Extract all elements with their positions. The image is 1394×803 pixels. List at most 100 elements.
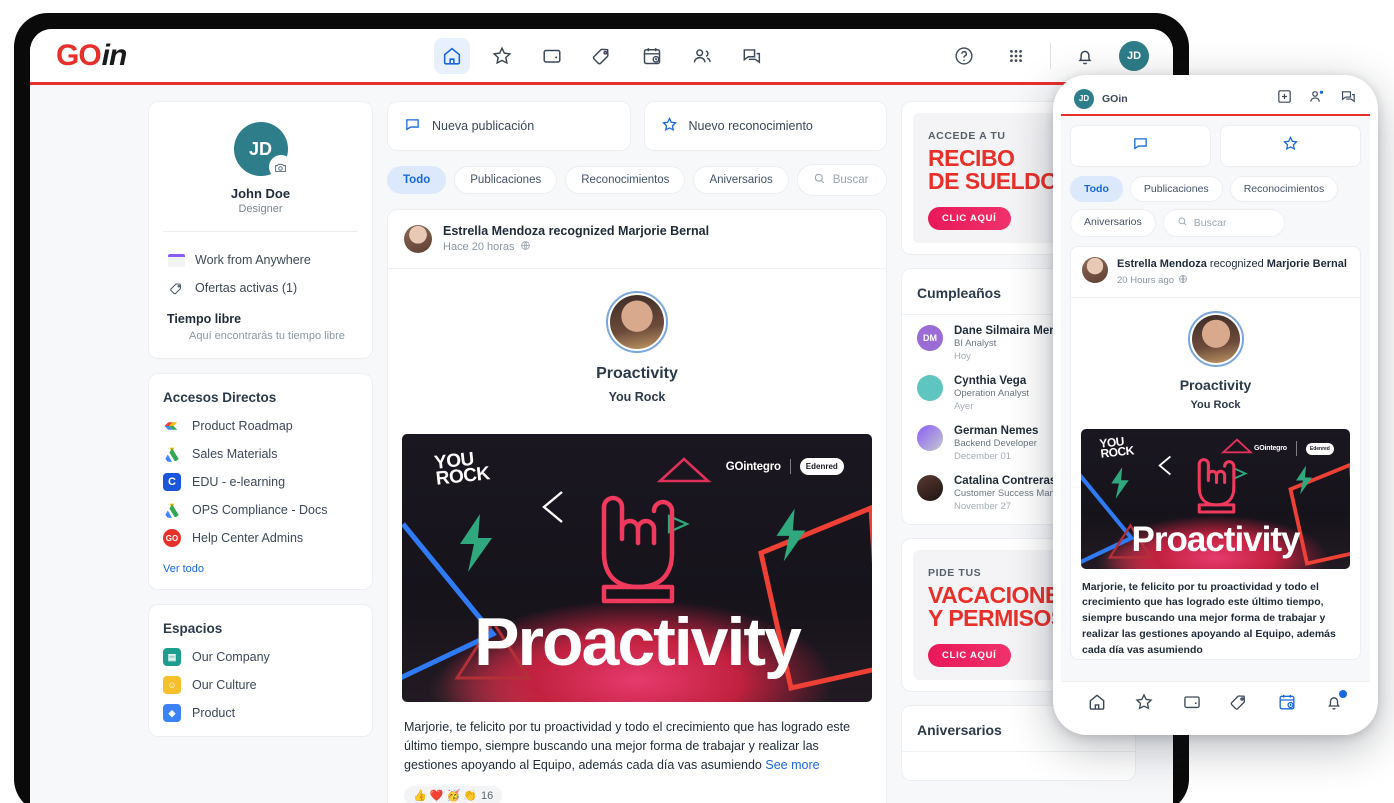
topbar-right-actions: JD	[946, 38, 1149, 74]
user-avatar[interactable]: JD	[1119, 40, 1149, 71]
anniversaries-list	[902, 752, 1135, 780]
person-role: Backend Developer	[954, 438, 1037, 449]
google-slides-icon	[163, 417, 181, 435]
mobile-badge-name: Proactivity	[1179, 376, 1252, 393]
filter-chip-aniversarios[interactable]: Aniversarios	[693, 166, 789, 194]
mobile-nav-bell-icon[interactable]	[1324, 690, 1348, 717]
new-recognition-label: Nuevo reconocimiento	[688, 119, 813, 133]
see-more-link[interactable]: See more	[765, 758, 819, 772]
mobile-search-input[interactable]: Buscar	[1162, 209, 1285, 237]
filter-chip-publicaciones[interactable]: Publicaciones	[454, 166, 558, 194]
mobile-new-recognition-button[interactable]	[1220, 125, 1361, 167]
mobile-nav-calendar-clock-icon[interactable]	[1277, 692, 1297, 717]
mobile-nav-wallet-icon[interactable]	[1182, 692, 1202, 717]
mobile-filter-chip-aniversarios[interactable]: Aniversarios	[1070, 209, 1156, 237]
mobile-device-frame: JD GOin Todo Publicaciones Reconocimient…	[1053, 75, 1378, 735]
space-product[interactable]: ◈ Product	[163, 704, 358, 722]
profile-link-work-from-anywhere[interactable]: Work from Anywhere	[167, 246, 354, 274]
filter-chip-reconocimientos[interactable]: Reconocimientos	[565, 166, 686, 194]
post-meta: Hace 20 horas	[443, 240, 709, 254]
banner-cta-button[interactable]: CLIC AQUÍ	[928, 643, 1011, 667]
tag-icon	[167, 279, 185, 297]
space-our-company[interactable]: ▤ Our Company	[163, 648, 358, 666]
feed-search-input[interactable]: Buscar	[796, 164, 887, 196]
profile-avatar-wrap[interactable]: JD	[233, 122, 293, 179]
help-icon[interactable]	[946, 38, 982, 74]
nav-calendar-clock-icon[interactable]	[634, 38, 670, 74]
shortcut-sales-materials[interactable]: Sales Materials	[163, 445, 358, 463]
mobile-nav-home-icon[interactable]	[1087, 692, 1107, 717]
badge-artwork: YOU ROCK GOintegro Edenred Proactivity	[402, 434, 872, 702]
notifications-bell-icon[interactable]	[1067, 38, 1103, 74]
post-author-avatar[interactable]	[404, 225, 432, 253]
plus-box-icon[interactable]	[1276, 88, 1293, 110]
profile-card: JD John Doe Designer Work from Anywhere	[148, 101, 373, 359]
shortcuts-see-all-link[interactable]: Ver todo	[149, 561, 372, 589]
mobile-user-avatar[interactable]: JD	[1074, 88, 1094, 109]
google-drive-icon	[163, 445, 181, 463]
mobile-nav-tag-icon[interactable]	[1229, 692, 1249, 717]
shortcut-help-center-admins[interactable]: GO Help Center Admins	[163, 529, 358, 547]
nav-star-icon[interactable]	[484, 38, 520, 74]
nav-people-icon[interactable]	[684, 38, 720, 74]
mobile-nav-star-icon[interactable]	[1134, 692, 1154, 717]
mobile-post-headline: Estrella Mendoza recognized Marjorie Ber…	[1117, 257, 1347, 272]
shortcut-label: Help Center Admins	[192, 531, 304, 545]
chat-bubble-icon	[404, 116, 421, 136]
profile-link-ofertas-activas[interactable]: Ofertas activas (1)	[167, 274, 354, 302]
shortcut-label: Product Roadmap	[192, 419, 293, 433]
mobile-app-title: GOin	[1102, 92, 1128, 105]
nav-tag-icon[interactable]	[584, 38, 620, 74]
camera-icon[interactable]	[268, 155, 293, 179]
classroom-icon: C	[163, 473, 181, 491]
mobile-brand-lockup: GOintegro Edenred	[1254, 441, 1334, 457]
spaces-list: ▤ Our Company ☺ Our Culture ◈ Product	[149, 644, 372, 736]
person-name: German Nemes	[954, 425, 1039, 437]
shortcuts-list: Product Roadmap Sales Materials C EDU - …	[149, 413, 372, 561]
mobile-filter-chip-publicaciones[interactable]: Publicaciones	[1129, 176, 1223, 202]
nav-wallet-icon[interactable]	[534, 38, 570, 74]
reactions-summary[interactable]: 👍 ❤️ 🥳 👏 16	[404, 786, 503, 803]
nav-chat-icon[interactable]	[734, 38, 770, 74]
banner-cta-button[interactable]: CLIC AQUÍ	[928, 206, 1011, 230]
mobile-post-author-avatar[interactable]	[1082, 257, 1108, 283]
gointegro-wordmark: GOintegro	[1254, 445, 1287, 453]
new-post-button[interactable]: Nueva publicación	[387, 101, 631, 151]
avatar	[917, 375, 943, 401]
search-icon	[813, 172, 826, 188]
smiley-icon: ☺	[163, 676, 181, 694]
mobile-you-rock-logo: YOU ROCK	[1098, 434, 1135, 461]
mobile-filter-chip-reconocimientos[interactable]: Reconocimientos	[1229, 176, 1339, 202]
badge-recipient-avatar[interactable]	[606, 291, 668, 353]
mobile-filter-chip-todo[interactable]: Todo	[1070, 176, 1123, 202]
apps-grid-icon[interactable]	[998, 38, 1034, 74]
filter-chip-todo[interactable]: Todo	[387, 166, 447, 194]
nav-home-icon[interactable]	[433, 37, 470, 74]
space-our-culture[interactable]: ☺ Our Culture	[163, 676, 358, 694]
shortcut-product-roadmap[interactable]: Product Roadmap	[163, 417, 358, 435]
post-body: Marjorie, te felicito por tu proactivida…	[388, 702, 886, 774]
chat-bubble-icon	[1132, 135, 1149, 157]
mobile-filters: Todo Publicaciones Reconocimientos Anive…	[1070, 176, 1361, 237]
person-add-icon[interactable]	[1308, 88, 1325, 110]
profile-link-label: Work from Anywhere	[195, 253, 311, 267]
mobile-bottom-nav	[1061, 681, 1370, 727]
feed-post: Estrella Mendoza recognized Marjorie Ber…	[387, 209, 887, 803]
mobile-badge-artwork: YOU ROCK GOintegro Edenred Proactivity	[1081, 428, 1350, 569]
brand-lockup: GOintegro Edenred	[725, 458, 844, 476]
mobile-new-post-button[interactable]	[1070, 125, 1211, 167]
mobile-topbar-actions	[1276, 88, 1357, 110]
spaces-card: Espacios ▤ Our Company ☺ Our Culture ◈ P	[148, 604, 373, 737]
mobile-badge-avatar[interactable]	[1187, 310, 1244, 367]
goin-logo[interactable]: GO in	[56, 39, 127, 73]
mobile-artwork-title: Proactivity	[1131, 520, 1301, 560]
shortcut-ops-compliance-docs[interactable]: OPS Compliance - Docs	[163, 501, 358, 519]
shortcut-edu-elearning[interactable]: C EDU - e-learning	[163, 473, 358, 491]
person-name: Cynthia Vega	[954, 375, 1027, 387]
edenred-wordmark: Edenred	[799, 458, 844, 476]
new-recognition-button[interactable]: Nuevo reconocimiento	[643, 101, 887, 151]
gointegro-wordmark: GOintegro	[725, 460, 781, 473]
chat-icon[interactable]	[1340, 88, 1357, 110]
main-navigation	[433, 37, 770, 74]
star-icon	[661, 116, 678, 136]
